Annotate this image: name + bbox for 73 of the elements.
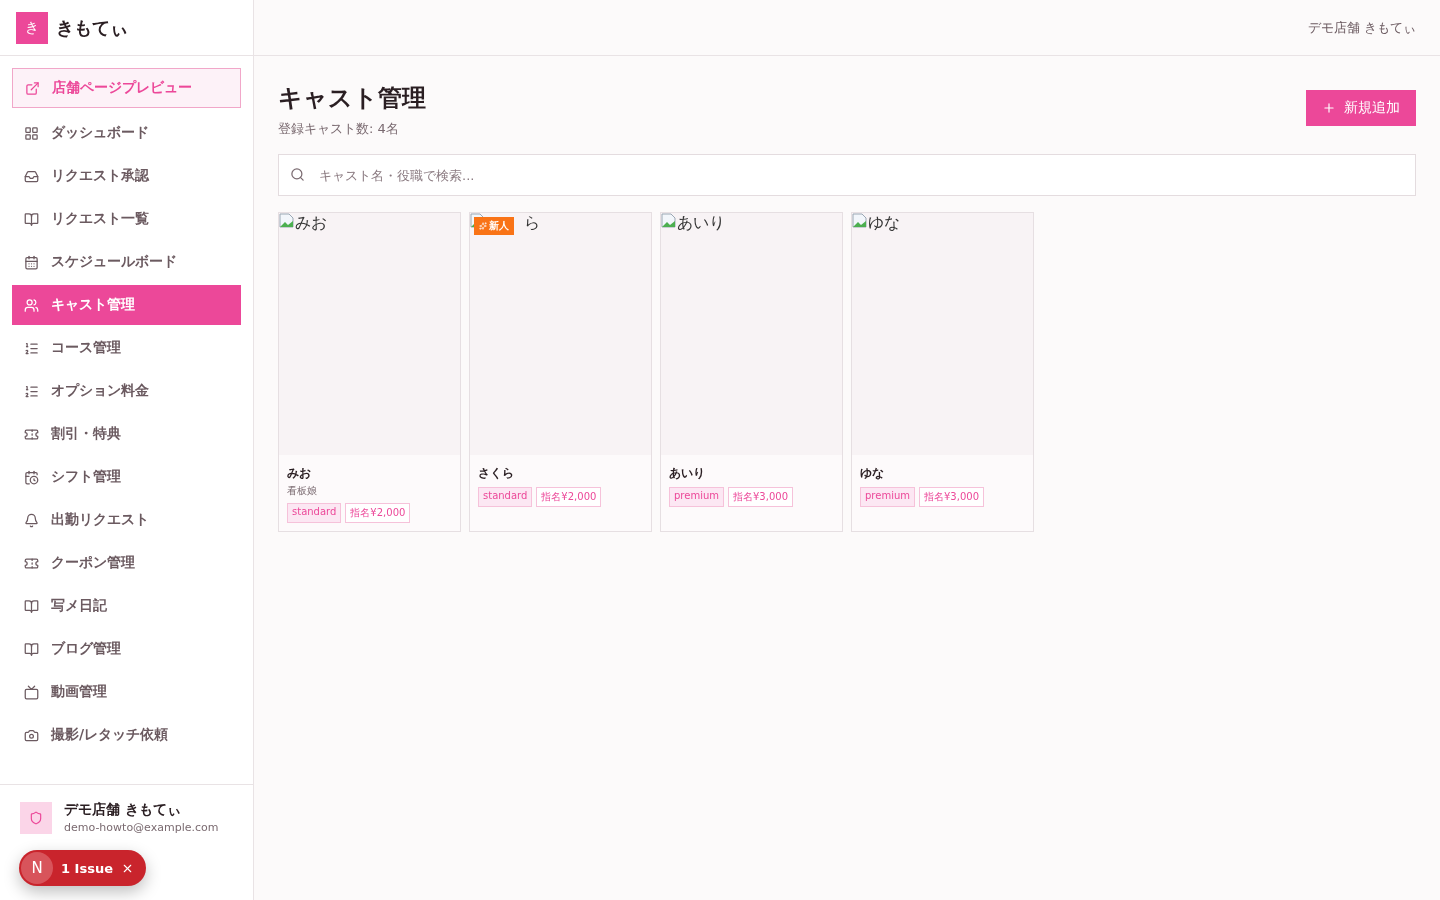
- cast-name: ゆな: [860, 465, 885, 482]
- cast-card[interactable]: ゆな ゆな premium 指名¥3,000: [851, 212, 1034, 532]
- add-button[interactable]: 新規追加: [1306, 90, 1416, 126]
- nav-item[interactable]: リクエスト一覧: [12, 199, 241, 239]
- nav-item[interactable]: 割引・特典: [12, 414, 241, 454]
- inbox-icon: [24, 168, 39, 184]
- plan-tag: premium: [669, 487, 724, 507]
- nav-item[interactable]: キャスト管理: [12, 285, 241, 325]
- bell-icon: [24, 512, 39, 528]
- broken-image-icon: [852, 213, 868, 229]
- broken-image-icon: [279, 213, 295, 229]
- sparkle-icon: [479, 222, 487, 230]
- grid-icon: [24, 125, 39, 141]
- ticket-icon: [24, 426, 39, 442]
- numbered-list-icon: [24, 383, 39, 399]
- plan-tag: premium: [860, 487, 915, 507]
- cast-count: 登録キャスト数: 4名: [278, 120, 400, 138]
- cast-name: あいり: [669, 465, 706, 482]
- external-link-icon: [25, 80, 40, 96]
- page-title: キャスト管理: [278, 83, 426, 114]
- book-icon: [24, 598, 39, 614]
- camera-icon: [24, 727, 39, 743]
- nav-item[interactable]: ブログ管理: [12, 629, 241, 669]
- cast-card[interactable]: あいり あいり premium 指名¥3,000: [660, 212, 843, 532]
- cast-card[interactable]: みお みお 看板娘 standard 指名¥2,000: [278, 212, 461, 532]
- broken-image-icon: [661, 213, 677, 229]
- calendar-clock-icon: [24, 469, 39, 485]
- image-alt-text: ゆな: [868, 213, 900, 234]
- fee-tag: 指名¥2,000: [536, 487, 602, 507]
- nav-item[interactable]: リクエスト承認: [12, 156, 241, 196]
- search-field[interactable]: キャスト名・役職で検索...: [278, 154, 1416, 196]
- cast-name: みお: [287, 465, 312, 482]
- fee-tag: 指名¥3,000: [728, 487, 793, 507]
- nav-item[interactable]: ダッシュボード: [12, 113, 241, 153]
- nav-item[interactable]: 動画管理: [12, 672, 241, 712]
- account-name: デモ店舗 きもてぃ: [64, 801, 182, 819]
- calendar-icon: [24, 254, 39, 270]
- cast-role: 看板娘: [287, 484, 318, 498]
- nav-item[interactable]: 写メ日記: [12, 586, 241, 626]
- nav-item[interactable]: スケジュールボード: [12, 242, 241, 282]
- nav-item[interactable]: オプション料金: [12, 371, 241, 411]
- nav-item[interactable]: コース管理: [12, 328, 241, 368]
- image-alt-text: みお: [295, 213, 327, 234]
- image-alt-text: ら: [524, 213, 540, 234]
- nav-item[interactable]: クーポン管理: [12, 543, 241, 583]
- users-icon: [24, 297, 39, 313]
- nav-item[interactable]: 出勤リクエスト: [12, 500, 241, 540]
- plan-tag: standard: [478, 487, 533, 507]
- nav-item[interactable]: シフト管理: [12, 457, 241, 497]
- search-icon: [290, 167, 305, 182]
- fee-tag: 指名¥2,000: [345, 503, 411, 523]
- store-preview-link[interactable]: 店舗ページプレビュー: [12, 68, 241, 108]
- nav-item[interactable]: 撮影/レタッチ依頼: [12, 715, 241, 755]
- shield-icon: [29, 810, 43, 825]
- book-icon: [24, 641, 39, 657]
- ticket-icon: [24, 555, 39, 571]
- brand-name: きもてぃ: [56, 15, 128, 40]
- badge-label: 新人: [489, 219, 509, 233]
- tv-icon: [24, 684, 39, 700]
- image-alt-text: あいり: [677, 213, 725, 234]
- cast-name: さくら: [478, 465, 515, 482]
- plan-tag: standard: [287, 503, 342, 523]
- issue-count: 1 Issue: [61, 860, 113, 876]
- numbered-list-icon: [24, 340, 39, 356]
- plus-icon: [1322, 101, 1336, 115]
- book-icon: [24, 211, 39, 227]
- account-email: demo-howto@example.com: [64, 821, 219, 834]
- cast-card[interactable]: 新人 ら さくら standard 指名¥2,000: [469, 212, 652, 532]
- dev-logo: N: [21, 852, 53, 884]
- issue-indicator[interactable]: N 1 Issue: [19, 850, 146, 886]
- store-name: デモ店舗 きもてぃ: [1307, 18, 1416, 37]
- brand-logo: き: [16, 11, 48, 44]
- fee-tag: 指名¥3,000: [919, 487, 984, 507]
